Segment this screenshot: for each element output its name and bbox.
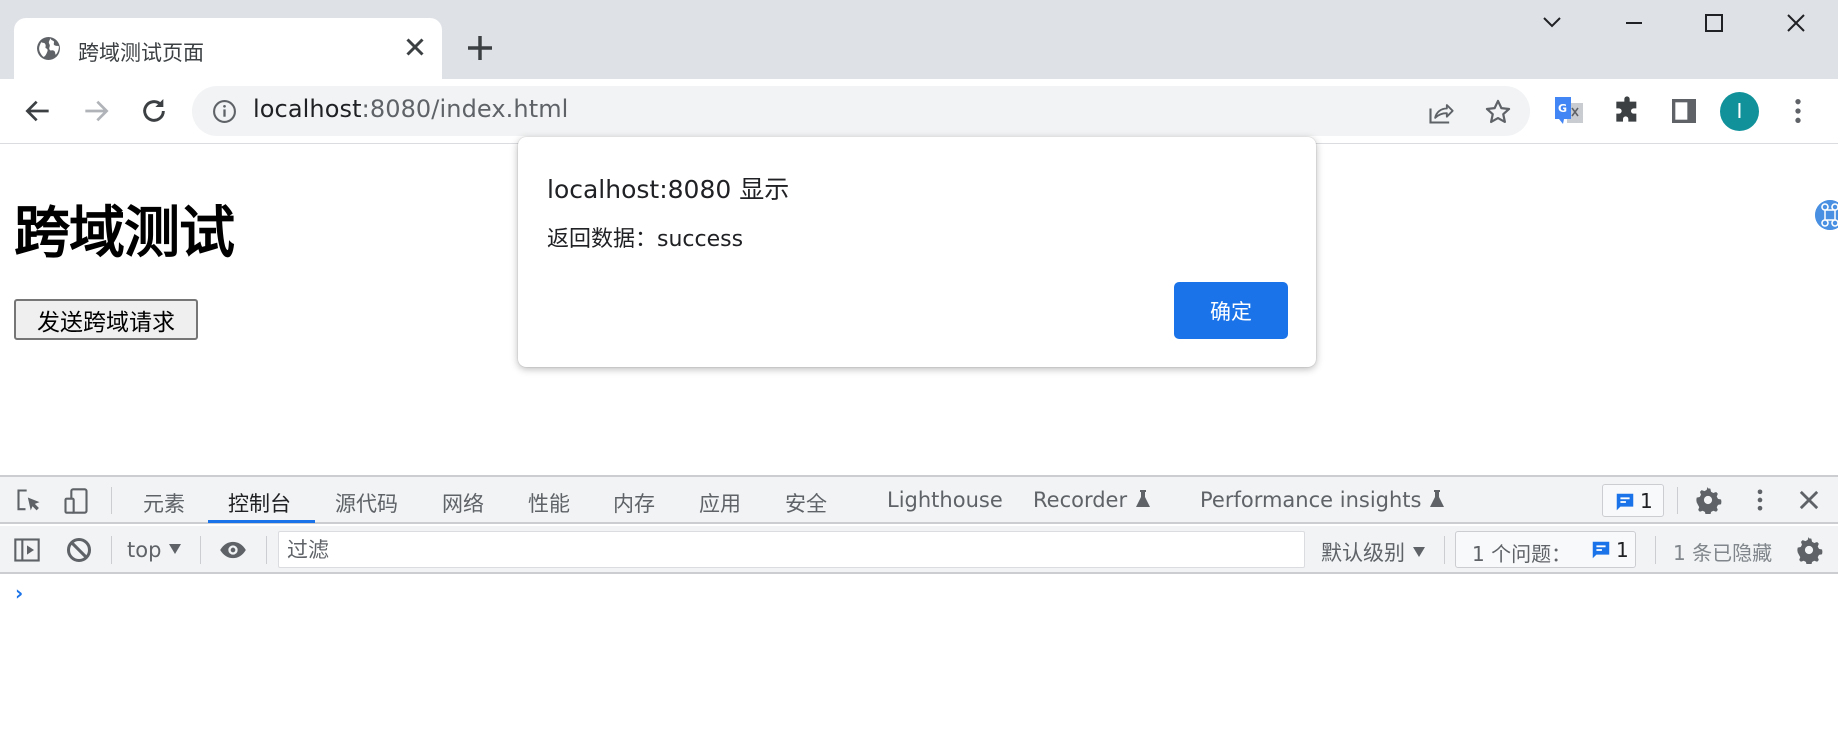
dialog-title: localhost:8080 显示 [547,175,790,204]
console-toolbar: top 默认级别 1 个问题： 1 1 条已隐藏 [0,526,1838,574]
separator [1677,487,1678,514]
maximize-icon[interactable] [1692,8,1736,40]
close-icon[interactable] [1774,8,1818,40]
share-icon[interactable] [1427,98,1455,126]
separator [1444,536,1445,564]
side-panel-icon[interactable] [1668,95,1700,127]
reload-icon[interactable] [138,95,170,127]
issues-count: 1 [1616,538,1629,562]
context-value: top [127,538,162,562]
issues-badge[interactable]: 1 [1602,484,1664,517]
devtools-menu-icon[interactable] [1746,486,1774,514]
devtools-tab-memory[interactable]: 内存 [613,488,655,518]
console-settings-gear-icon[interactable] [1795,536,1823,564]
send-cors-request-button[interactable]: 发送跨域请求 [14,299,198,340]
browser-toolbar: localhost:8080/index.html G I [0,79,1838,144]
active-tab-indicator [208,520,315,523]
devtools-tab-application[interactable]: 应用 [699,488,741,518]
devtools-tab-console[interactable]: 控制台 [228,488,291,518]
devtools-tab-performance-insights[interactable]: Performance insights [1200,488,1445,512]
browser-tab[interactable]: 跨域测试页面 [14,18,442,80]
inspect-element-icon[interactable] [15,487,43,515]
close-devtools-icon[interactable] [1795,486,1823,514]
back-arrow-icon[interactable] [22,95,54,127]
chevron-down-icon[interactable] [1530,8,1574,40]
issues-label: 1 个问题： [1472,542,1572,566]
recorder-label: Recorder [1033,488,1128,512]
dropdown-arrow-icon [169,544,182,554]
separator [266,536,267,564]
issues-badge-count: 1 [1640,489,1653,513]
url-host: localhost [253,95,362,123]
console-prompt[interactable]: › [15,581,23,605]
separator [1655,536,1656,564]
address-bar[interactable]: localhost:8080/index.html [192,86,1530,136]
flask-icon [1430,490,1445,507]
dropdown-arrow-icon [1413,547,1425,557]
alert-dialog: localhost:8080 显示 返回数据：success 确定 [518,137,1316,367]
log-levels-select[interactable]: 默认级别 [1321,537,1425,567]
device-toolbar-icon[interactable] [62,487,90,515]
tab-strip: 跨域测试页面 [0,0,1838,80]
url-path: :8080/index.html [361,95,569,123]
page-heading: 跨域测试 [14,201,235,266]
minimize-icon[interactable] [1612,8,1656,40]
dialog-ok-button[interactable]: 确定 [1174,282,1288,339]
execution-context-select[interactable]: top [127,538,182,562]
separator [200,536,201,564]
settings-gear-icon[interactable] [1694,486,1722,514]
devtools-tab-elements[interactable]: 元素 [143,488,185,518]
issue-message-icon [1592,541,1610,559]
dialog-message: 返回数据：success [547,227,744,252]
close-icon[interactable] [400,32,430,62]
devtools-tab-bar: 元素 控制台 源代码 网络 性能 内存 应用 安全 Lighthouse Rec… [0,477,1838,524]
devtools-tab-performance[interactable]: 性能 [528,488,570,518]
devtools-tab-recorder[interactable]: Recorder [1033,488,1151,512]
live-expression-eye-icon[interactable] [219,536,247,564]
clear-console-icon[interactable] [65,536,93,564]
floating-extension-icon[interactable] [1815,200,1838,230]
kebab-menu-icon[interactable] [1782,95,1814,127]
globe-icon [37,37,60,60]
devtools-tab-lighthouse[interactable]: Lighthouse [887,488,1003,512]
separator [111,487,112,514]
info-icon[interactable] [212,99,237,124]
puzzle-extensions-icon[interactable] [1611,95,1643,127]
flask-icon [1136,490,1151,507]
profile-avatar[interactable]: I [1720,92,1759,131]
tab-title: 跨域测试页面 [78,41,204,65]
url-text[interactable]: localhost:8080/index.html [253,95,568,123]
svg-text:G: G [1558,102,1567,115]
console-filter-input[interactable] [278,531,1305,568]
show-sidebar-icon[interactable] [13,536,41,564]
plus-icon[interactable] [464,32,496,64]
performance-insights-label: Performance insights [1200,488,1422,512]
hidden-messages-count: 1 条已隐藏 [1673,541,1773,565]
issues-button[interactable]: 1 个问题： 1 [1455,531,1636,568]
devtools-tab-sources[interactable]: 源代码 [335,488,398,518]
forward-arrow-icon[interactable] [80,95,112,127]
google-translate-icon[interactable]: G [1553,95,1585,127]
bookmark-star-icon[interactable] [1484,98,1512,126]
separator [111,536,112,564]
devtools-tab-network[interactable]: 网络 [442,488,484,518]
issue-message-icon [1616,493,1634,511]
devtools-panel: 元素 控制台 源代码 网络 性能 内存 应用 安全 Lighthouse Rec… [0,475,1838,750]
log-levels-value: 默认级别 [1321,541,1405,565]
devtools-tab-security[interactable]: 安全 [785,488,827,518]
